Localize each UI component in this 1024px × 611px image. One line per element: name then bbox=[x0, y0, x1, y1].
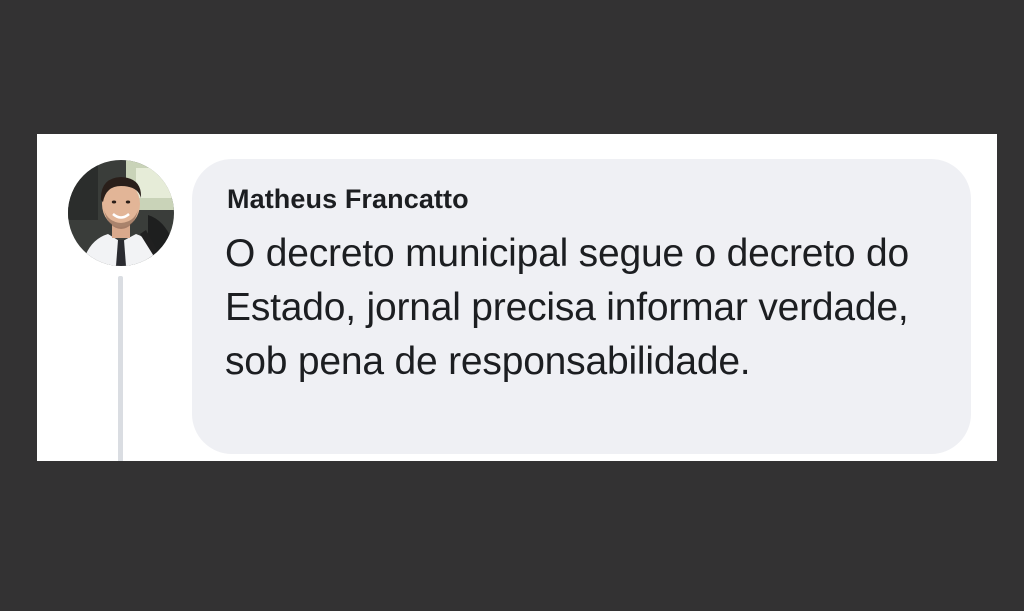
comment-bubble: Matheus Francatto O decreto municipal se… bbox=[192, 159, 971, 454]
user-avatar[interactable] bbox=[68, 160, 174, 266]
screenshot-frame: Matheus Francatto O decreto municipal se… bbox=[0, 0, 1024, 611]
comment-card: Matheus Francatto O decreto municipal se… bbox=[37, 134, 997, 461]
comment-author-name[interactable]: Matheus Francatto bbox=[227, 184, 469, 215]
comment-body-text: O decreto municipal segue o decreto do E… bbox=[225, 232, 909, 383]
avatar-photo-icon bbox=[68, 160, 174, 266]
thread-connector-line bbox=[118, 276, 123, 461]
